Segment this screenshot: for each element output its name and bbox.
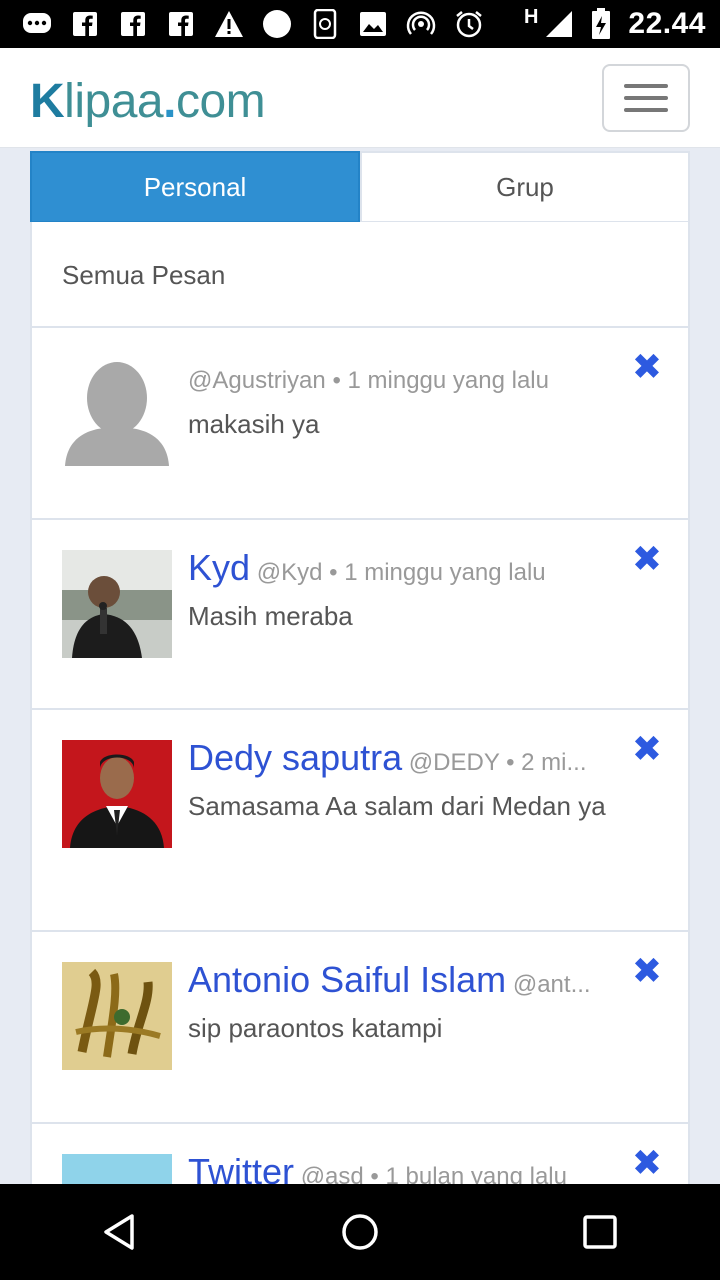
delete-message-icon[interactable]: ✖	[632, 732, 662, 768]
avatar[interactable]	[62, 740, 172, 848]
message-meta: Dedy saputra @DEDY • 2 mi...	[188, 734, 608, 782]
delete-message-icon[interactable]: ✖	[632, 954, 662, 990]
sender-handle[interactable]: @ant...	[513, 971, 591, 998]
home-icon[interactable]	[320, 1192, 400, 1272]
hotspot-icon	[406, 9, 436, 39]
message-meta: Kyd @Kyd • 1 minggu yang lalu	[188, 544, 608, 592]
menu-bar	[624, 84, 668, 88]
clock: 22.44	[628, 7, 706, 40]
facebook-icon	[166, 9, 196, 39]
message-body: Kyd @Kyd • 1 minggu yang lalu Masih mera…	[188, 544, 608, 638]
delete-message-icon[interactable]: ✖	[632, 542, 662, 578]
message-body: Antonio Saiful Islam @ant... sip paraont…	[188, 956, 608, 1050]
sender-handle[interactable]: @DEDY	[409, 749, 500, 776]
message-item[interactable]: Twitter @asd • 1 bulan yang lalu ✖	[32, 1124, 688, 1184]
message-body: Dedy saputra @DEDY • 2 mi... Samasama Aa…	[188, 734, 608, 828]
logo-dot: .	[163, 75, 176, 128]
bbm-icon	[22, 9, 52, 39]
message-text: sip paraontos katampi	[188, 1013, 443, 1043]
message-body: @Agustriyan • 1 minggu yang lalu makasih…	[188, 352, 608, 446]
sender-name[interactable]: Kyd	[188, 547, 250, 588]
status-bar: H 22.44	[0, 0, 720, 48]
logo-name: lipaa	[64, 75, 164, 128]
message-meta: @Agustriyan • 1 minggu yang lalu	[188, 352, 608, 400]
meta-separator: •	[329, 559, 338, 586]
sender-name[interactable]: Twitter	[188, 1151, 294, 1184]
hamburger-menu-button[interactable]	[602, 64, 690, 132]
message-time: 2 mi...	[521, 749, 587, 776]
sender-handle[interactable]: @asd	[301, 1163, 364, 1184]
battery-charging-icon	[586, 8, 616, 39]
logo-tld: com	[175, 75, 266, 128]
recents-icon[interactable]	[560, 1192, 640, 1272]
warning-icon	[214, 9, 244, 39]
meta-separator: •	[332, 367, 341, 394]
app-header: Klipaa.com	[0, 48, 720, 148]
phone-sync-icon	[310, 9, 340, 39]
alarm-icon	[454, 9, 484, 39]
message-text: makasih ya	[188, 409, 320, 439]
back-icon[interactable]	[80, 1192, 160, 1272]
message-time: 1 bulan yang lalu	[385, 1163, 567, 1184]
message-text: Samasama Aa salam dari Medan ya	[188, 791, 606, 821]
message-time: 1 minggu yang lalu	[344, 559, 546, 586]
site-logo[interactable]: Klipaa.com	[30, 74, 266, 129]
facebook-icon	[70, 9, 100, 39]
delete-message-icon[interactable]: ✖	[632, 350, 662, 386]
message-item[interactable]: Kyd @Kyd • 1 minggu yang lalu Masih mera…	[32, 520, 688, 710]
menu-bar	[624, 96, 668, 100]
circle-icon	[262, 9, 292, 39]
message-item[interactable]: Antonio Saiful Islam @ant... sip paraont…	[32, 932, 688, 1124]
message-meta: Antonio Saiful Islam @ant...	[188, 956, 608, 1004]
menu-bar	[624, 108, 668, 112]
delete-message-icon[interactable]: ✖	[632, 1146, 662, 1182]
message-text: Masih meraba	[188, 601, 353, 631]
image-icon	[358, 9, 388, 39]
avatar[interactable]	[62, 962, 172, 1070]
message-item[interactable]: Dedy saputra @DEDY • 2 mi... Samasama Aa…	[32, 710, 688, 932]
network-type-label: H	[523, 5, 539, 28]
sender-name[interactable]: Dedy saputra	[188, 737, 402, 778]
message-meta: Twitter @asd • 1 bulan yang lalu	[188, 1148, 608, 1184]
sender-handle[interactable]: @Kyd	[257, 559, 323, 586]
meta-separator: •	[506, 749, 515, 776]
tab-grup[interactable]: Grup	[360, 151, 690, 223]
messages-panel: Semua Pesan @Agustriyan • 1 minggu yang …	[30, 222, 690, 1184]
section-title: Semua Pesan	[32, 222, 688, 328]
avatar[interactable]	[62, 1154, 172, 1184]
tab-personal[interactable]: Personal	[30, 151, 360, 223]
facebook-icon	[118, 9, 148, 39]
message-body: Twitter @asd • 1 bulan yang lalu	[188, 1148, 608, 1184]
signal-icon	[544, 9, 574, 39]
avatar[interactable]	[62, 550, 172, 658]
sender-name[interactable]: Antonio Saiful Islam	[188, 959, 506, 1000]
meta-separator: •	[370, 1163, 379, 1184]
logo-k: K	[30, 75, 65, 128]
message-tabs: Personal Grup	[30, 151, 690, 223]
sender-handle[interactable]: @Agustriyan	[188, 367, 326, 394]
avatar[interactable]	[62, 358, 172, 466]
system-nav-bar	[0, 1184, 720, 1280]
message-time: 1 minggu yang lalu	[347, 367, 549, 394]
message-item[interactable]: @Agustriyan • 1 minggu yang lalu makasih…	[32, 328, 688, 520]
